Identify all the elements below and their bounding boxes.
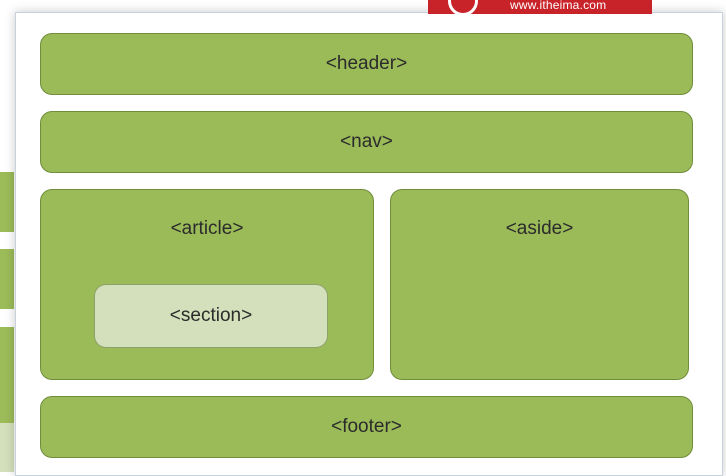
nav-block: <nav>	[40, 111, 693, 173]
footer-block: <footer>	[40, 396, 693, 458]
background-strip	[0, 423, 14, 472]
aside-label: <aside>	[505, 218, 574, 239]
logo-badge: www.itheima.com	[428, 0, 652, 14]
logo-url: www.itheima.com	[510, 0, 607, 12]
header-block: <header>	[40, 33, 693, 95]
background-strip	[0, 249, 14, 309]
footer-label: <footer>	[331, 416, 402, 437]
aside-block: <aside>	[390, 189, 689, 380]
article-label: <article>	[170, 218, 244, 239]
section-block: <section>	[94, 284, 328, 348]
nav-label: <nav>	[340, 131, 393, 152]
section-label: <section>	[169, 305, 253, 326]
background-strip	[0, 327, 14, 423]
background-strip	[0, 172, 14, 232]
header-label: <header>	[325, 53, 408, 74]
logo-circle-icon	[448, 0, 478, 14]
